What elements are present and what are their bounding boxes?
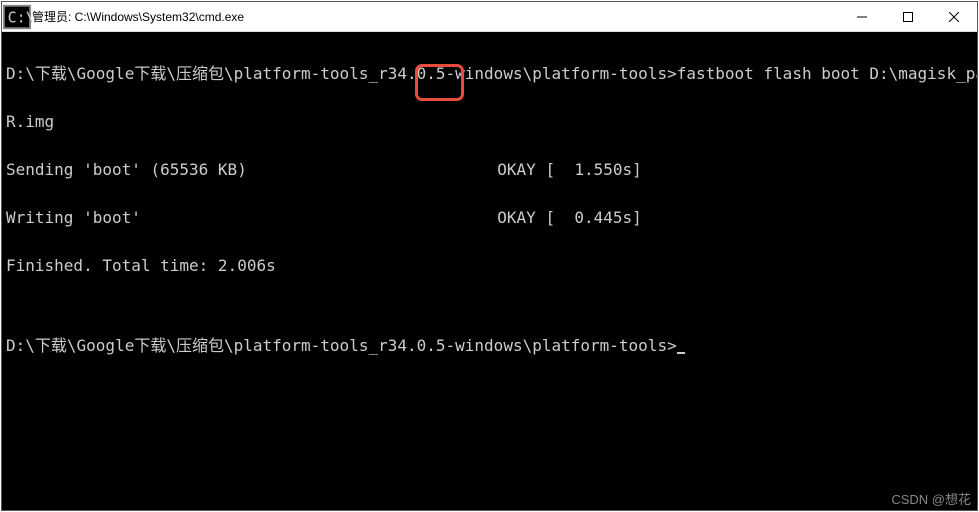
terminal-line: R.img [6,114,973,130]
cursor [677,352,685,354]
minimize-button[interactable] [839,2,885,31]
window-controls [839,2,977,31]
terminal-line: Finished. Total time: 2.006s [6,258,973,274]
terminal-line: D:\下载\Google下载\压缩包\platform-tools_r34.0.… [6,338,973,354]
prompt: D:\下载\Google下载\压缩包\platform-tools_r34.0.… [6,64,677,83]
terminal[interactable]: D:\下载\Google下载\压缩包\platform-tools_r34.0.… [2,32,977,510]
window-title: 管理员: C:\Windows\System32\cmd.exe [32,8,839,25]
terminal-line: Writing 'boot' OKAY [ 0.445s] [6,210,973,226]
terminal-line: D:\下载\Google下载\压缩包\platform-tools_r34.0.… [6,66,973,82]
output-text: Sending 'boot' (65536 KB) [6,160,497,179]
terminal-line: Sending 'boot' (65536 KB) OKAY [ 1.550s] [6,162,973,178]
close-button[interactable] [931,2,977,31]
command-text: fastboot flash boot D:\magisk_patched-26… [677,64,977,83]
titlebar[interactable]: C:\ 管理员: C:\Windows\System32\cmd.exe [2,2,977,32]
timing-text: [ 0.445s] [536,208,642,227]
svg-text:C:\: C:\ [8,8,32,26]
output-text: Writing 'boot' [6,208,497,227]
status-okay: OKAY [497,160,536,179]
timing-text: [ 1.550s] [536,160,642,179]
status-okay: OKAY [497,208,536,227]
cmd-icon: C:\ [2,2,32,32]
prompt: D:\下载\Google下载\压缩包\platform-tools_r34.0.… [6,336,677,355]
watermark: CSDN @想花 [891,489,971,508]
window: C:\ 管理员: C:\Windows\System32\cmd.exe D:\… [1,1,978,511]
maximize-button[interactable] [885,2,931,31]
